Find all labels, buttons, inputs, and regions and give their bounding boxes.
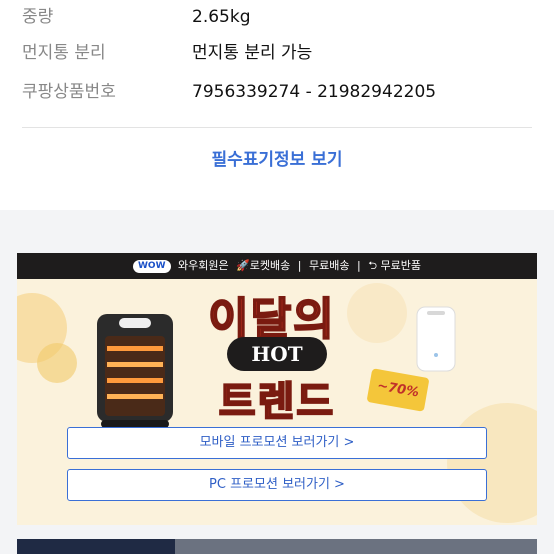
spec-row-weight: 중량 2.65kg: [0, 2, 554, 40]
free-shipping-label: 무료배송: [309, 259, 350, 272]
spec-row-product-number: 쿠팡상품번호 7956339274 - 21982942205: [0, 77, 554, 115]
humidifier-image: [416, 306, 456, 372]
decor-shape: [447, 403, 537, 523]
spec-value: 7956339274 - 21982942205: [192, 82, 437, 102]
decor-shape: [347, 283, 407, 343]
separator: |: [357, 259, 361, 272]
next-section-strip: [17, 539, 175, 554]
required-info-link[interactable]: 필수표기정보 보기: [0, 145, 554, 175]
spec-row-dustbin: 먼지통 분리 먼지통 분리 가능: [0, 38, 554, 76]
heater-image: [97, 314, 173, 428]
spec-label: 쿠팡상품번호: [22, 82, 116, 102]
hot-badge: HOT: [227, 337, 327, 371]
pc-promotion-button[interactable]: PC 프로모션 보러가기 >: [67, 469, 487, 501]
mobile-promotion-button[interactable]: 모바일 프로모션 보러가기 >: [67, 427, 487, 459]
divider: [22, 127, 532, 128]
wow-text: 와우회원은: [178, 259, 229, 272]
spec-label: 중량: [22, 7, 54, 27]
product-specs: 중량 2.65kg 먼지통 분리 먼지통 분리 가능 쿠팡상품번호 795633…: [0, 0, 554, 210]
spec-label: 먼지통 분리: [22, 43, 106, 63]
spec-value: 2.65kg: [192, 7, 251, 27]
discount-tag: ~70%: [366, 368, 430, 412]
free-return-label: ⮌ 무료반품: [368, 259, 422, 272]
wow-badge: WOW: [132, 260, 171, 273]
promo-title-line2: 트렌드: [218, 378, 336, 426]
next-section-strip: [175, 539, 537, 554]
spec-value: 먼지통 분리 가능: [192, 43, 313, 63]
wow-benefits-bar: WOW 와우회원은 🚀로켓배송 | 무료배송 | ⮌ 무료반품: [17, 253, 537, 279]
rocket-delivery-label: 🚀로켓배송: [236, 259, 291, 272]
promo-banner[interactable]: WOW 와우회원은 🚀로켓배송 | 무료배송 | ⮌ 무료반품 이달의 HOT …: [17, 253, 537, 525]
separator: |: [297, 259, 302, 272]
decor-shape: [37, 343, 77, 383]
